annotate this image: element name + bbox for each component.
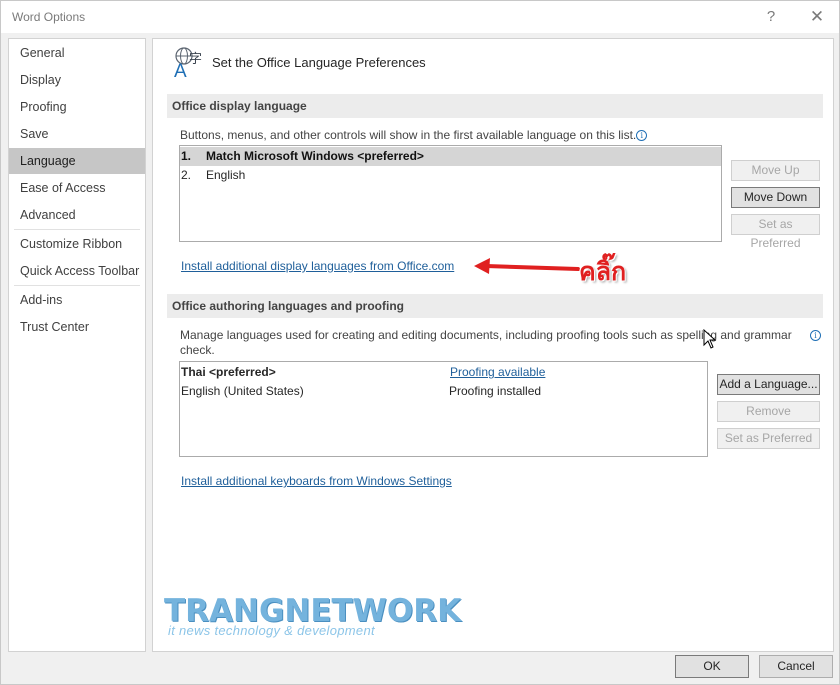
section-authoring-languages: Office authoring languages and proofing xyxy=(167,294,823,318)
info-icon[interactable]: i xyxy=(636,130,648,141)
sidebar-divider xyxy=(14,285,140,286)
sidebar-item-language[interactable]: Language xyxy=(9,148,145,174)
help-icon[interactable]: ? xyxy=(761,7,781,27)
page-title: Set the Office Language Preferences xyxy=(212,55,426,70)
annotation-arrow-icon xyxy=(474,258,580,274)
title-bar: Word Options ? ✕ xyxy=(1,1,839,33)
set-as-preferred-display-button[interactable]: Set as Preferred xyxy=(731,214,820,250)
ok-button[interactable]: OK xyxy=(675,655,749,678)
list-item-name: English xyxy=(206,168,246,182)
language-panel: A 字 Set the Office Language Preferences … xyxy=(152,38,834,652)
move-up-button[interactable]: Move Up xyxy=(731,160,820,181)
close-icon[interactable]: ✕ xyxy=(805,6,829,28)
move-down-button[interactable]: Move Down xyxy=(731,187,820,208)
proofing-status: Proofing installed xyxy=(449,384,542,398)
word-options-dialog: Word Options ? ✕ General Display Proofin… xyxy=(0,0,840,685)
proofing-available-link[interactable]: Proofing available xyxy=(450,363,545,382)
sidebar: General Display Proofing Save Language E… xyxy=(8,38,146,652)
sidebar-item-quick-access-toolbar[interactable]: Quick Access Toolbar xyxy=(9,258,145,284)
annotation-label: คลิ๊ก xyxy=(579,257,627,286)
sidebar-item-general[interactable]: General xyxy=(9,40,145,66)
authoring-language-name[interactable]: English (United States) xyxy=(181,382,304,401)
display-language-description: Buttons, menus, and other controls will … xyxy=(180,128,648,143)
list-item[interactable]: 2. English xyxy=(180,166,721,185)
info-icon[interactable]: i xyxy=(810,330,821,341)
list-item-name: Match Microsoft Windows <preferred> xyxy=(206,149,424,163)
list-item[interactable]: 1. Match Microsoft Windows <preferred> xyxy=(180,147,721,166)
add-language-button[interactable]: Add a Language... xyxy=(717,374,820,395)
sidebar-divider xyxy=(14,229,140,230)
watermark-subtitle: it news technology & development xyxy=(168,623,375,638)
list-item-number: 1. xyxy=(181,149,192,163)
window-title: Word Options xyxy=(12,10,86,24)
mouse-cursor-icon xyxy=(703,329,717,349)
remove-button[interactable]: Remove xyxy=(717,401,820,422)
sidebar-item-ease-of-access[interactable]: Ease of Access xyxy=(9,175,145,201)
sidebar-item-trust-center[interactable]: Trust Center xyxy=(9,314,145,340)
authoring-language-name[interactable]: Thai <preferred> xyxy=(181,363,276,382)
install-keyboards-link[interactable]: Install additional keyboards from Window… xyxy=(181,474,452,488)
set-as-preferred-authoring-button[interactable]: Set as Preferred xyxy=(717,428,820,449)
sidebar-item-add-ins[interactable]: Add-ins xyxy=(9,287,145,313)
display-language-description-text: Buttons, menus, and other controls will … xyxy=(180,128,637,142)
language-icon-letter-a: A xyxy=(174,61,187,79)
list-item-number: 2. xyxy=(181,168,192,182)
authoring-language-list[interactable]: Thai <preferred> Proofing available Engl… xyxy=(179,361,708,457)
sidebar-item-save[interactable]: Save xyxy=(9,121,145,147)
cancel-button[interactable]: Cancel xyxy=(759,655,833,678)
sidebar-item-advanced[interactable]: Advanced xyxy=(9,202,145,228)
sidebar-item-proofing[interactable]: Proofing xyxy=(9,94,145,120)
sidebar-item-display[interactable]: Display xyxy=(9,67,145,93)
sidebar-item-customize-ribbon[interactable]: Customize Ribbon xyxy=(9,231,145,257)
section-display-language: Office display language xyxy=(167,94,823,118)
language-icon: A 字 xyxy=(174,47,202,79)
install-display-languages-link[interactable]: Install additional display languages fro… xyxy=(181,259,454,273)
language-icon-cjk-glyph: 字 xyxy=(189,52,202,67)
display-language-list[interactable]: 1. Match Microsoft Windows <preferred> 2… xyxy=(179,145,722,242)
